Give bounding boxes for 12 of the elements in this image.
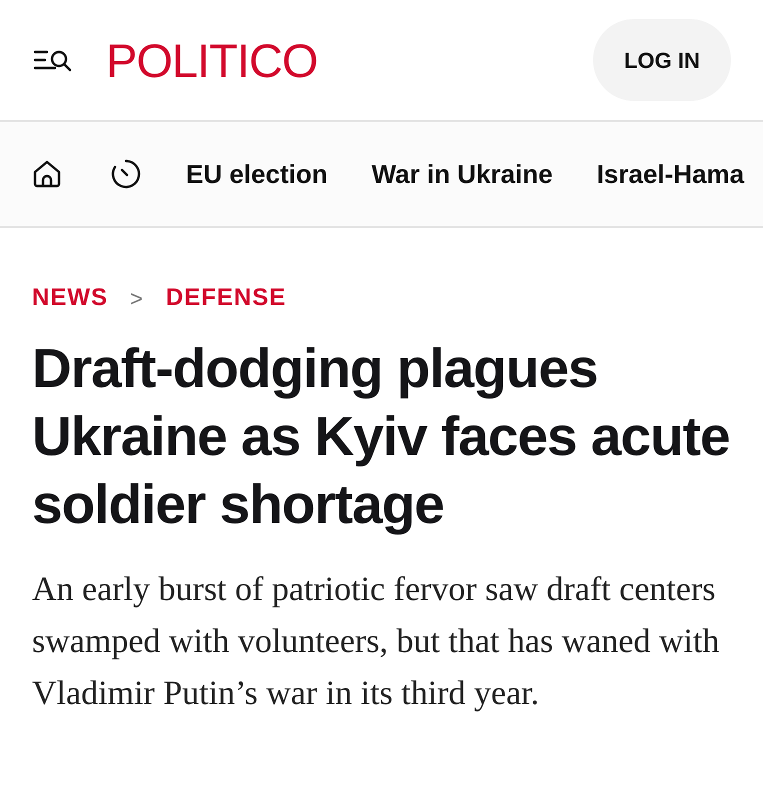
article-summary: An early burst of patriotic fervor saw draft centers swamped with volunteers, but that has waned with Vladimir Putin’s war in its third year. [32, 570, 720, 714]
nav-link[interactable]: Israel-Hama [596, 154, 744, 194]
breadcrumb-link[interactable]: DEFENSE [166, 280, 286, 316]
nav-link[interactable]: War in Ukraine [372, 154, 553, 194]
politico-logo[interactable]: POLITICO [106, 36, 318, 84]
nav-link[interactable]: EU election [186, 154, 328, 194]
breadcrumb-separator: > [130, 284, 144, 312]
login-button[interactable]: LOG IN [593, 19, 731, 101]
breadcrumb-link[interactable]: NEWS [32, 280, 108, 316]
article-headline: Draft-dodging plagues Ukraine as Kyiv faces acute soldier shortage [32, 336, 731, 537]
clock-icon[interactable] [110, 158, 142, 190]
home-icon[interactable] [32, 159, 62, 189]
